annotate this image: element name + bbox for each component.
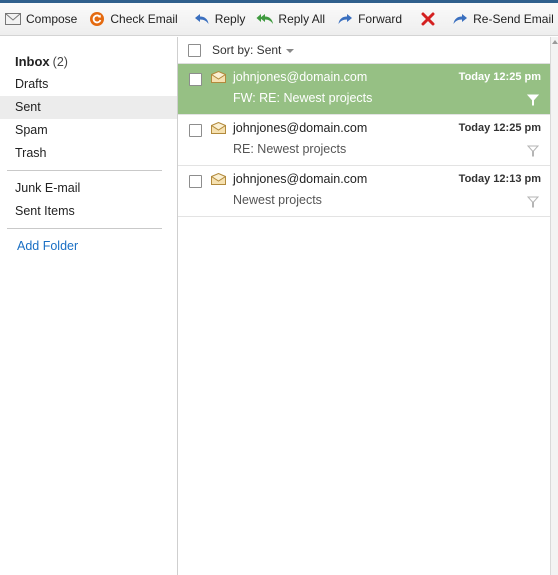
check-email-button[interactable]: Check Email <box>84 3 184 35</box>
message-sender: johnjones@domain.com <box>233 70 368 84</box>
message-sender: johnjones@domain.com <box>233 121 368 135</box>
reply-all-label: Reply All <box>278 12 326 26</box>
delete-button[interactable] <box>413 3 443 35</box>
sidebar-item-trash[interactable]: Trash <box>0 142 177 165</box>
resend-arrow-icon <box>451 10 469 28</box>
sidebar-item-sent-items[interactable]: Sent Items <box>0 200 177 223</box>
message-checkbox[interactable] <box>189 73 202 86</box>
compose-label: Compose <box>26 12 78 26</box>
sidebar-item-sent[interactable]: Sent <box>0 96 177 119</box>
check-email-label: Check Email <box>110 12 178 26</box>
resend-label: Re-Send Email <box>473 12 554 26</box>
message-row[interactable]: johnjones@domain.com RE: Newest projects… <box>178 115 550 166</box>
message-date: Today 12:13 pm <box>458 173 541 185</box>
flag-icon[interactable] <box>527 94 539 106</box>
sidebar-divider <box>7 228 162 229</box>
flag-icon[interactable] <box>527 145 539 157</box>
message-checkbox[interactable] <box>189 124 202 137</box>
sort-label: Sort by: Sent <box>212 43 282 57</box>
inbox-label: Inbox <box>15 54 50 69</box>
sidebar-item-spam[interactable]: Spam <box>0 119 177 142</box>
sidebar-item-inbox[interactable]: Inbox (2) <box>0 50 177 73</box>
message-date: Today 12:25 pm <box>458 71 541 83</box>
toolbar: Compose Check Email Reply Reply All Forw… <box>0 3 558 36</box>
scroll-up-arrow-icon[interactable] <box>552 40 558 44</box>
reply-label: Reply <box>214 12 246 26</box>
delete-x-icon <box>419 10 437 28</box>
sort-dropdown[interactable]: Sort by: Sent <box>212 43 295 57</box>
inbox-unread-count: (2) <box>52 55 68 69</box>
folder-sidebar: Inbox (2) Drafts Sent Spam Trash Junk E-m… <box>0 37 178 575</box>
message-subject: Newest projects <box>233 193 322 207</box>
reply-all-arrow-icon <box>256 10 274 28</box>
forward-label: Forward <box>358 12 403 26</box>
select-all-checkbox[interactable] <box>188 43 201 57</box>
envelope-icon <box>211 122 226 134</box>
flag-icon[interactable] <box>527 196 539 208</box>
forward-arrow-icon <box>336 10 354 28</box>
message-checkbox[interactable] <box>189 175 202 188</box>
envelope-icon <box>4 10 22 28</box>
sidebar-item-drafts[interactable]: Drafts <box>0 73 177 96</box>
message-list: johnjones@domain.com FW: RE: Newest proj… <box>178 64 550 217</box>
message-subject: RE: Newest projects <box>233 142 347 156</box>
reply-button[interactable]: Reply <box>189 3 253 35</box>
message-row[interactable]: johnjones@domain.com Newest projects Tod… <box>178 166 550 217</box>
chevron-down-icon <box>286 48 295 53</box>
message-sender: johnjones@domain.com <box>233 172 368 186</box>
message-list-scrollbar[interactable] <box>550 37 558 575</box>
resend-button[interactable]: Re-Send Email <box>447 3 558 35</box>
message-date: Today 12:25 pm <box>458 122 541 134</box>
envelope-icon <box>211 71 226 83</box>
sidebar-item-junk-email[interactable]: Junk E-mail <box>0 177 177 200</box>
add-folder-link[interactable]: Add Folder <box>0 235 177 258</box>
forward-button[interactable]: Forward <box>332 3 409 35</box>
compose-button[interactable]: Compose <box>0 3 84 35</box>
refresh-icon <box>88 10 106 28</box>
message-subject: FW: RE: Newest projects <box>233 91 373 105</box>
message-row[interactable]: johnjones@domain.com FW: RE: Newest proj… <box>178 64 550 115</box>
reply-arrow-icon <box>193 10 211 28</box>
message-list-header: Sort by: Sent <box>178 37 550 64</box>
reply-all-button[interactable]: Reply All <box>252 3 332 35</box>
sidebar-divider <box>7 170 162 171</box>
envelope-icon <box>211 173 226 185</box>
